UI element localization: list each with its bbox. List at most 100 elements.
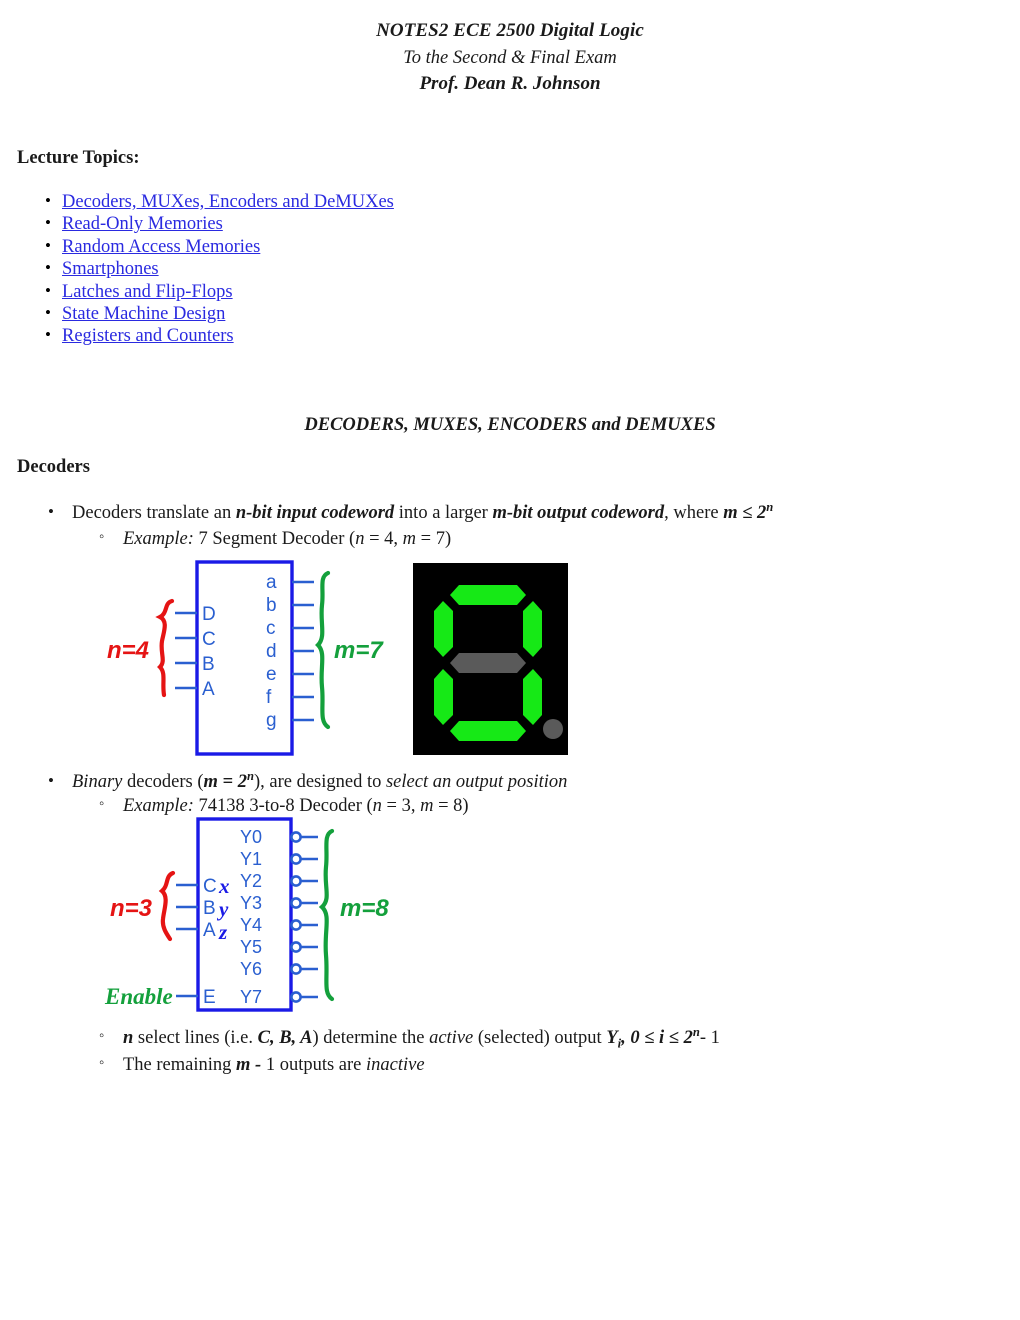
- figure-seven-segment-display: [413, 563, 568, 755]
- input-label-C: C: [202, 629, 216, 650]
- bullet-superscript: n: [766, 499, 774, 514]
- input-pin-lines: [175, 611, 197, 690]
- topic-link-registers-counters[interactable]: Registers and Counters: [62, 326, 234, 346]
- bullet-superscript: n: [692, 1024, 700, 1039]
- bullet-text-emph: active: [429, 1028, 474, 1048]
- bullet-text-part: (selected) output: [473, 1028, 607, 1048]
- output-bubbles-and-lines: [290, 831, 318, 1003]
- lecture-topics-heading: Lecture Topics:: [17, 148, 140, 168]
- annotation-m-equals-7: m=7: [334, 637, 384, 664]
- bullet-decoders-translate: Decoders translate an n-bit input codewo…: [44, 499, 774, 524]
- decimal-point: [543, 719, 563, 739]
- topic-link-latches-flip-flops[interactable]: Latches and Flip-Flops: [62, 282, 233, 302]
- bullet-text-part: decoders (: [122, 772, 204, 792]
- bullet-text-part: = 3,: [381, 796, 421, 816]
- handwritten-x: x: [218, 874, 230, 898]
- input-label-E: E: [203, 987, 216, 1008]
- list-item: Decoders, MUXes, Encoders and DeMUXes: [17, 191, 394, 214]
- segment-b: [523, 601, 542, 657]
- output-label-Y0: Y0: [240, 827, 262, 847]
- annotation-m-equals-8: m=8: [340, 895, 389, 922]
- topic-link-decoders[interactable]: Decoders, MUXes, Encoders and DeMUXes: [62, 192, 394, 212]
- input-label-C: C: [203, 876, 217, 897]
- lecture-topics-list: Decoders, MUXes, Encoders and DeMUXes Re…: [17, 191, 394, 349]
- bullet-text-emph: m ≤ 2: [723, 503, 767, 523]
- output-label-Y4: Y4: [240, 915, 262, 935]
- segment-d: [450, 721, 526, 741]
- output-label-Y5: Y5: [240, 937, 262, 957]
- annotation-enable: Enable: [104, 984, 173, 1009]
- bullet-text-emph: , 0 ≤ i ≤ 2: [621, 1028, 693, 1048]
- example-label: Example:: [123, 796, 194, 816]
- example-label: Example:: [123, 529, 194, 549]
- bullet-text-emph: n: [372, 796, 382, 816]
- output-brace-handwritten: [315, 570, 331, 730]
- topic-link-state-machine-design[interactable]: State Machine Design: [62, 304, 225, 324]
- bullet-text-emph: m-bit output codeword: [492, 503, 665, 523]
- segment-a: [450, 585, 526, 605]
- output-brace-handwritten: [318, 828, 335, 1002]
- header-title-line1: NOTES2 ECE 2500 Digital Logic: [376, 20, 644, 41]
- bullet-text-emph: m: [402, 529, 417, 549]
- bullet-text-emph: m: [420, 796, 434, 816]
- bullet-text-emph: n: [123, 1028, 134, 1048]
- bullet-text-part: 1 outputs are: [265, 1055, 367, 1075]
- bullet-remaining-outputs: The remaining m - 1 outputs are inactive: [95, 1055, 425, 1076]
- list-item: Random Access Memories: [17, 236, 394, 259]
- subsection-heading-decoders: Decoders: [17, 457, 90, 477]
- bullet-n-select-lines: n select lines (i.e. C, B, A) determine …: [95, 1024, 720, 1050]
- bullet-text-emph: select an output position: [385, 772, 568, 792]
- seven-segment-display-svg: [413, 563, 568, 755]
- list-item: Read-Only Memories: [17, 213, 394, 236]
- output-label-Y1: Y1: [240, 849, 262, 869]
- bullet-text-part: - 1: [699, 1028, 720, 1048]
- output-label-Y7: Y7: [240, 987, 262, 1007]
- output-label-d: d: [266, 641, 277, 662]
- bullet-text-emph: Binary: [72, 772, 123, 792]
- segment-f: [434, 601, 453, 657]
- bullet-text-part: select lines (i.e.: [133, 1028, 258, 1048]
- input-label-A: A: [202, 679, 215, 700]
- bullet-text-part: into a larger: [394, 503, 493, 523]
- list-item: Registers and Counters: [17, 325, 394, 348]
- input-label-A: A: [203, 920, 216, 941]
- output-label-b: b: [266, 595, 277, 616]
- bullet-text-emph: n-bit input codeword: [235, 503, 395, 523]
- handwritten-z: z: [218, 920, 228, 944]
- bullet-text-part: ), are designed to: [253, 772, 386, 792]
- bullet-text-part: 74138 3-to-8 Decoder (: [198, 796, 373, 816]
- bullet-superscript: n: [246, 768, 254, 783]
- output-label-e: e: [266, 664, 277, 685]
- segment-g: [450, 653, 526, 673]
- output-label-Y6: Y6: [240, 959, 262, 979]
- segment-c: [523, 669, 542, 725]
- output-label-a: a: [266, 572, 277, 593]
- input-label-B: B: [202, 654, 215, 675]
- input-pin-lines: [176, 883, 198, 998]
- header-title-line2: To the Second & Final Exam: [403, 47, 617, 68]
- bullet-text-part: = 7): [416, 529, 452, 549]
- output-label-Y2: Y2: [240, 871, 262, 891]
- input-label-D: D: [202, 604, 216, 625]
- output-label-c: c: [266, 618, 276, 639]
- annotation-n-equals-4: n=4: [107, 637, 149, 664]
- bullet-text-part: ) determine the: [312, 1028, 430, 1048]
- topic-link-read-only-memories[interactable]: Read-Only Memories: [62, 214, 223, 234]
- bullet-text-emph: m = 2: [203, 772, 247, 792]
- output-label-Y3: Y3: [240, 893, 262, 913]
- header-author-line: Prof. Dean R. Johnson: [419, 73, 601, 95]
- bullet-text-emph: Y: [606, 1028, 618, 1048]
- bullet-text-emph: C, B, A: [257, 1028, 313, 1048]
- input-label-B: B: [203, 898, 216, 919]
- bullet-text-part: 7 Segment Decoder (: [198, 529, 356, 549]
- figure-74138-decoder: C B A E x y z Y0 Y1 Y2 Y3 Y4 Y5 Y6 Y7 n=…: [100, 815, 430, 1020]
- bullet-example-seven-segment: Example: 7 Segment Decoder (n = 4, m = 7…: [95, 529, 451, 550]
- output-label-f: f: [266, 687, 272, 708]
- bullet-text-part: , where: [664, 503, 724, 523]
- list-item: Latches and Flip-Flops: [17, 281, 394, 304]
- topic-link-random-access-memories[interactable]: Random Access Memories: [62, 237, 260, 257]
- segment-e: [434, 669, 453, 725]
- bullet-text-emph: inactive: [366, 1055, 425, 1075]
- bullet-text-part: The remaining: [123, 1055, 237, 1075]
- topic-link-smartphones[interactable]: Smartphones: [62, 259, 159, 279]
